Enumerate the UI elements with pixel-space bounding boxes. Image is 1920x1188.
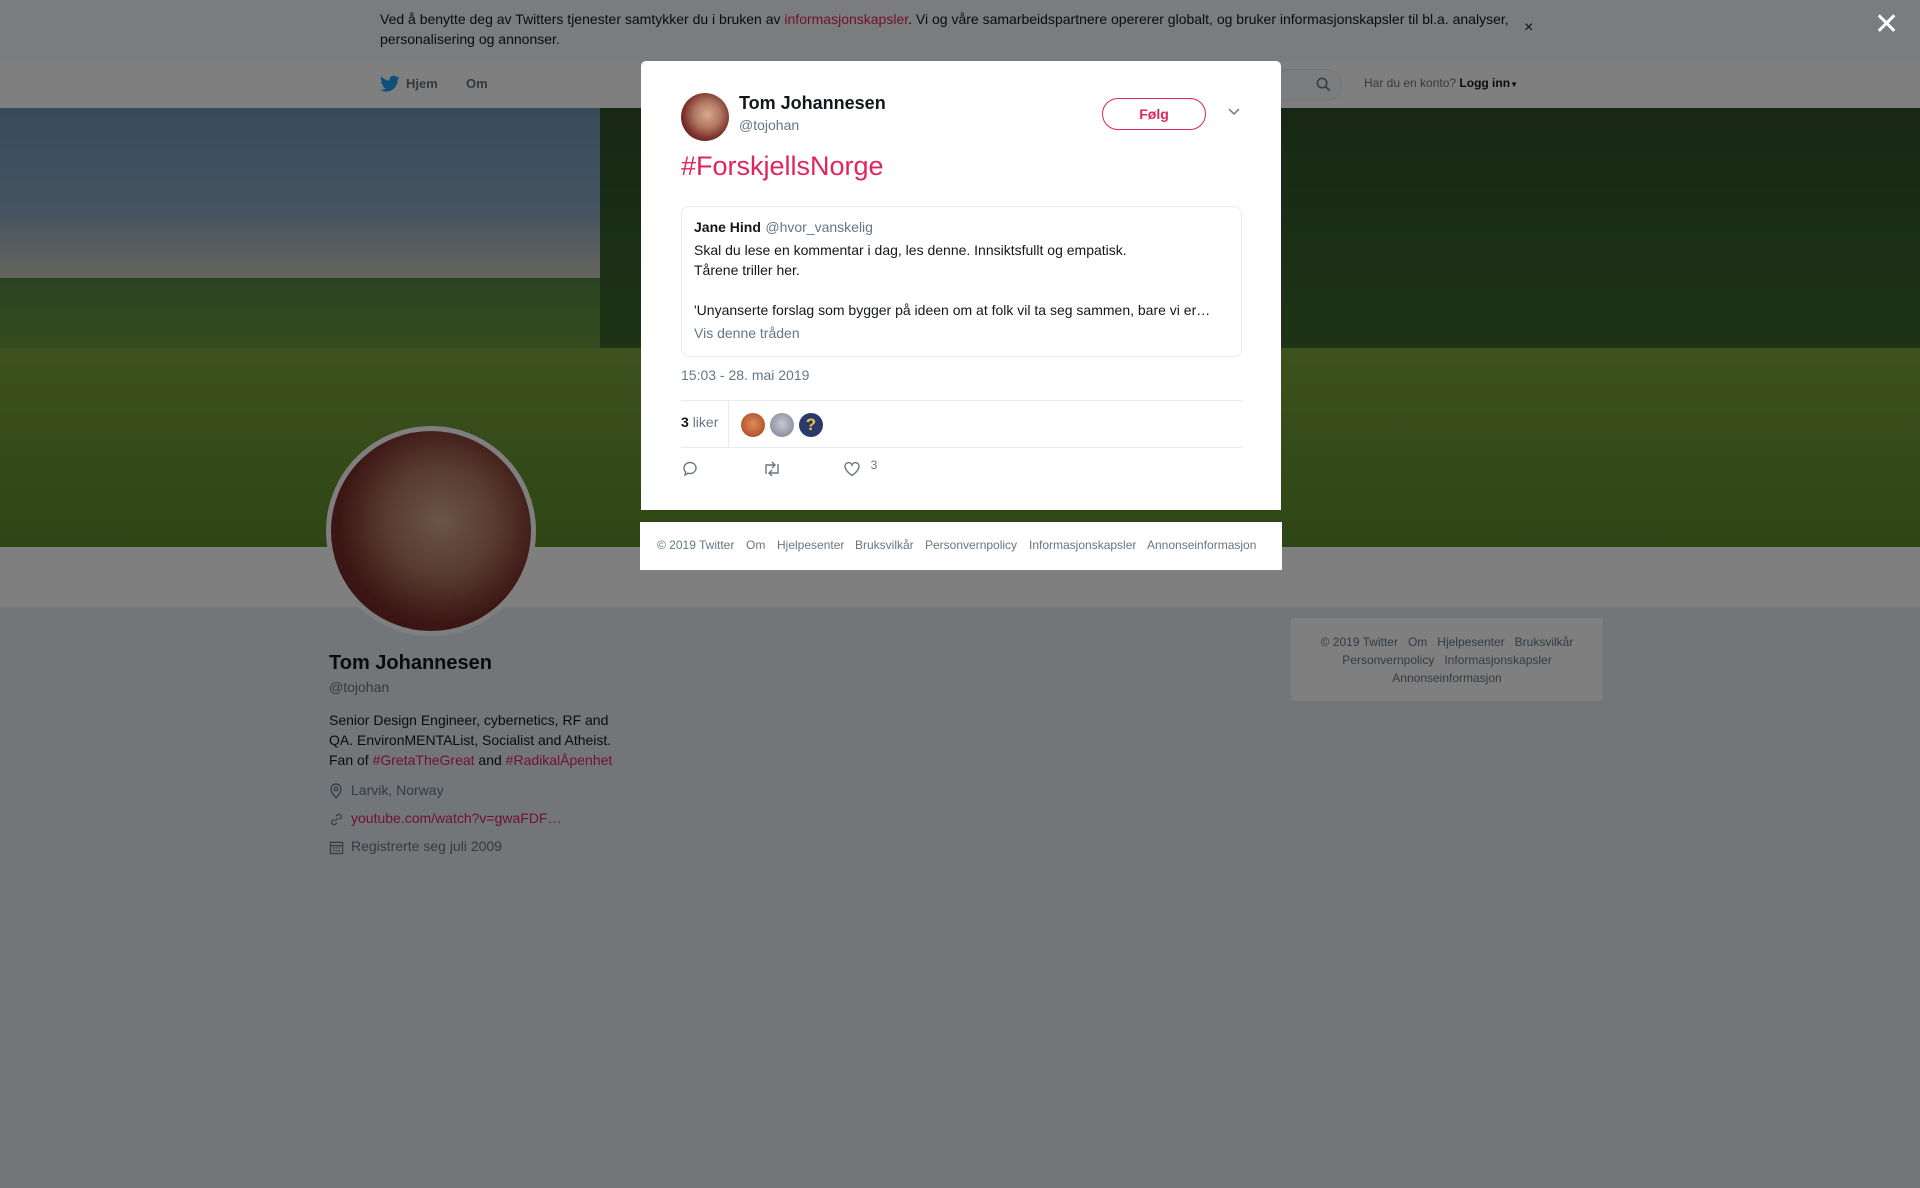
footer-cookies-link[interactable]: Informasjonskapsler xyxy=(1029,538,1136,552)
divider xyxy=(728,401,729,447)
follow-button[interactable]: Følg xyxy=(1102,98,1206,130)
quoted-author-name[interactable]: Jane Hind xyxy=(694,219,761,235)
footer-help-link[interactable]: Hjelpesenter xyxy=(777,538,844,552)
quoted-author-handle[interactable]: @hvor_vanskelig xyxy=(765,219,873,235)
heart-icon xyxy=(843,460,861,477)
liker-avatar[interactable] xyxy=(741,413,765,437)
retweet-button[interactable] xyxy=(762,460,782,478)
divider xyxy=(681,400,1242,401)
tweet-modal: Tom Johannesen @tojohan Følg #Forskjells… xyxy=(641,61,1281,510)
like-count: 3 xyxy=(870,458,878,472)
footer-terms-link[interactable]: Bruksvilkår xyxy=(855,538,914,552)
close-overlay-button[interactable]: ✕ xyxy=(1874,8,1899,42)
modal-footer: © 2019 Twitter Om Hjelpesenter Bruksvilk… xyxy=(640,522,1282,570)
tweet-hashtag[interactable]: #ForskjellsNorge xyxy=(681,151,884,182)
footer-copyright: © 2019 Twitter xyxy=(657,538,735,552)
like-button[interactable]: 3 xyxy=(843,458,878,478)
show-thread-link[interactable]: Vis denne tråden xyxy=(694,325,1229,341)
likes-label: liker xyxy=(692,414,719,430)
likes-stat[interactable]: 3 liker xyxy=(681,414,718,430)
reply-button[interactable] xyxy=(681,460,699,478)
footer-ads-link[interactable]: Annonseinformasjon xyxy=(1147,538,1256,552)
quoted-tweet[interactable]: Jane Hind @hvor_vanskelig Skal du lese e… xyxy=(681,206,1242,357)
tweet-author-name[interactable]: Tom Johannesen xyxy=(739,93,886,114)
reply-icon xyxy=(681,460,699,477)
retweet-icon xyxy=(762,460,782,477)
liker-avatar[interactable] xyxy=(770,413,794,437)
quoted-text-line: Tårene triller her. xyxy=(694,262,800,278)
footer-privacy-link[interactable]: Personvernpolicy xyxy=(925,538,1017,552)
divider xyxy=(681,447,1242,448)
quoted-text-line: Skal du lese en kommentar i dag, les den… xyxy=(694,242,1127,258)
tweet-author-handle[interactable]: @tojohan xyxy=(739,117,799,133)
footer-about-link[interactable]: Om xyxy=(746,538,765,552)
likes-count: 3 xyxy=(681,414,689,430)
tweet-author-avatar[interactable] xyxy=(681,93,729,141)
quoted-text-line: 'Unyanserte forslag som bygger på ideen … xyxy=(694,302,1211,318)
liker-avatar[interactable]: ? xyxy=(799,413,823,437)
chevron-down-icon[interactable] xyxy=(1226,103,1242,119)
tweet-timestamp[interactable]: 15:03 - 28. mai 2019 xyxy=(681,367,809,383)
